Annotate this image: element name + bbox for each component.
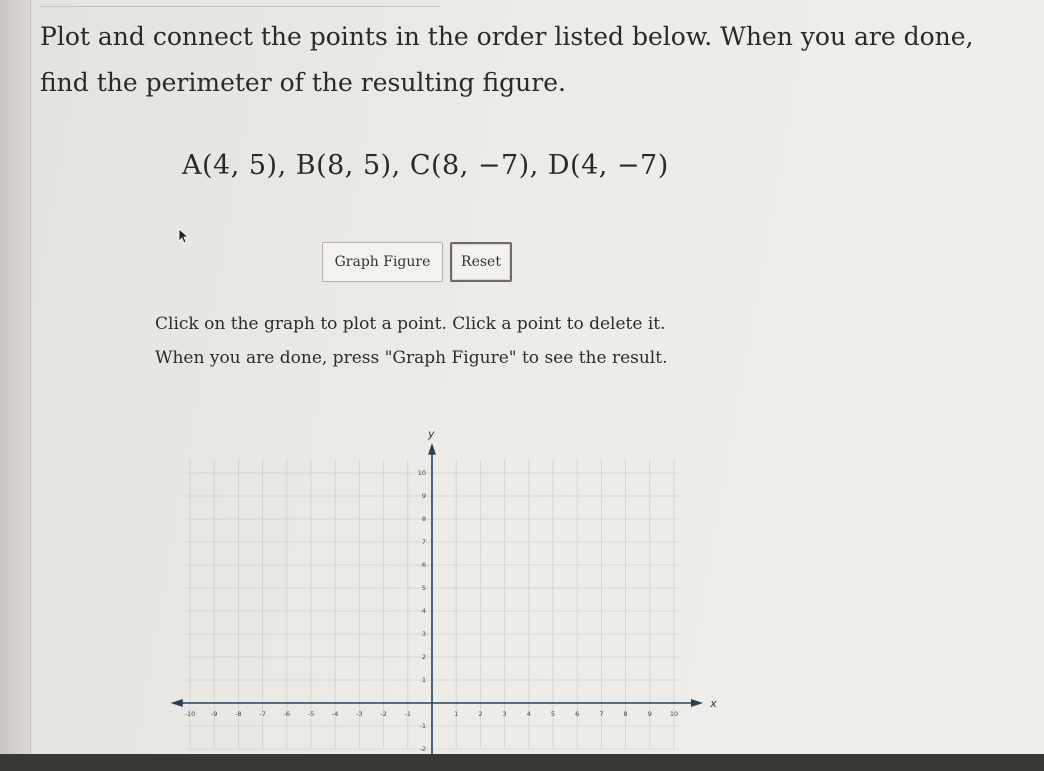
hint-plot-instruction: Click on the graph to plot a point. Clic… (155, 314, 666, 334)
x-tick-label: 7 (599, 710, 603, 718)
x-tick-label: -3 (356, 710, 362, 718)
x-tick-label: -6 (284, 710, 290, 718)
x-tick-label: -4 (332, 710, 338, 718)
x-tick-label: 6 (575, 710, 579, 718)
y-tick-label: 8 (422, 515, 426, 523)
x-tick-label: -5 (308, 710, 314, 718)
y-tick-label: 2 (422, 653, 426, 661)
y-tick-label: -1 (420, 722, 426, 730)
coordinate-graph[interactable]: x y -10 -9 -8 -7 -6 -5 -4 -3 -2 -1 1 2 3 4 5 6 7 8 9 10 10 9 8 7 6… (170, 415, 730, 755)
x-tick-label: -2 (380, 710, 386, 718)
top-divider (40, 6, 440, 7)
x-tick-label: 2 (478, 710, 482, 718)
points-list: A(4, 5), B(8, 5), C(8, −7), D(4, −7) (182, 150, 669, 181)
x-tick-label: 5 (551, 710, 555, 718)
y-tick-label: 9 (422, 492, 426, 500)
y-tick-label: -2 (420, 745, 426, 753)
y-tick-label: 6 (422, 561, 426, 569)
x-axis-arrow-right (690, 699, 704, 707)
hint-graph-instruction: When you are done, press "Graph Figure" … (155, 348, 668, 368)
x-tick-label: -10 (185, 710, 196, 718)
x-axis-label: x (709, 697, 717, 710)
problem-instruction: Plot and connect the points in the order… (40, 22, 974, 97)
graph-figure-button[interactable]: Graph Figure (322, 242, 443, 282)
x-tick-label: 10 (670, 710, 678, 718)
left-edge (0, 0, 31, 771)
y-tick-label: 5 (422, 584, 426, 592)
y-tick-label: 3 (422, 630, 426, 638)
x-tick-label: 9 (648, 710, 652, 718)
mouse-pointer-icon (178, 228, 190, 244)
x-tick-label: -8 (235, 710, 241, 718)
y-tick-label: 10 (418, 469, 426, 477)
x-tick-label: -9 (211, 710, 217, 718)
y-axis-arrow-up (428, 443, 436, 455)
x-axis-arrow-left (170, 699, 183, 707)
x-tick-label: 1 (454, 710, 458, 718)
y-axis-label: y (427, 427, 435, 440)
y-tick-label: 4 (422, 607, 426, 615)
reset-button[interactable]: Reset (450, 242, 512, 282)
x-tick-label: 8 (624, 710, 628, 718)
x-tick-label: -1 (405, 710, 411, 718)
y-tick-label: 1 (422, 676, 426, 684)
x-tick-label: -7 (259, 710, 265, 718)
x-tick-label: 3 (503, 710, 507, 718)
screen-bottom-edge (0, 754, 1044, 771)
x-tick-label: 4 (527, 710, 531, 718)
y-tick-label: 7 (422, 538, 426, 546)
